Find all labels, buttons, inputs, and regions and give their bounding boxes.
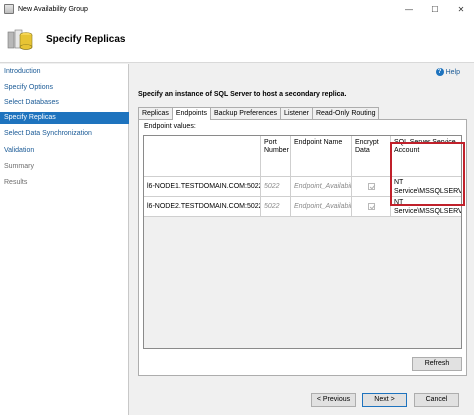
window-title: New Availability Group	[18, 5, 88, 13]
tab-read-only-routing[interactable]: Read-Only Routing	[311, 107, 380, 119]
window-controls: — ☐ ✕	[396, 0, 474, 18]
database-icon	[7, 29, 33, 50]
table-row-2-url: l6-NODE2.TESTDOMAIN.COM:5022	[144, 197, 261, 217]
column-header-endpoint-name[interactable]: Endpoint Name	[291, 136, 352, 177]
help-label: Help	[445, 68, 460, 76]
sidebar-item-introduction[interactable]: Introduction	[0, 66, 129, 78]
tab-strip: Replicas Endpoints Backup Preferences Li…	[138, 107, 380, 120]
sidebar-item-specify-replicas[interactable]: Specify Replicas	[0, 112, 129, 124]
table-row-1-url: l6-NODE1.TESTDOMAIN.COM:5022	[144, 177, 261, 197]
wizard-sidebar: Introduction Specify Options Select Data…	[0, 64, 129, 415]
sidebar-item-select-databases[interactable]: Select Databases	[0, 97, 129, 109]
tab-replicas[interactable]: Replicas	[138, 107, 173, 119]
table-row-2-port[interactable]: 5022	[261, 197, 291, 217]
encrypt-checkbox[interactable]	[367, 183, 375, 190]
column-header-service-account[interactable]: SQL Server Service Account	[391, 136, 461, 177]
title-bar: New Availability Group — ☐ ✕	[0, 0, 474, 18]
sidebar-item-select-data-synchronization[interactable]: Select Data Synchronization	[0, 128, 129, 140]
endpoint-values-label: Endpoint values:	[144, 123, 196, 130]
app-icon	[4, 4, 14, 14]
column-header-encrypt-data[interactable]: Encrypt Data	[352, 136, 391, 177]
help-icon: ?	[435, 68, 444, 76]
help-link[interactable]: ? Help	[435, 68, 460, 76]
tab-endpoints[interactable]: Endpoints	[171, 107, 211, 120]
maximize-icon[interactable]: ☐	[422, 0, 448, 18]
main-content: ? Help Specify an instance of SQL Server…	[130, 64, 474, 415]
table-row-1-encrypt	[352, 177, 391, 197]
table-row-1-service-account[interactable]: NT Service\MSSQLSERVER	[391, 177, 461, 197]
encrypt-checkbox[interactable]	[367, 203, 375, 210]
cancel-button[interactable]: Cancel	[414, 393, 459, 407]
close-icon[interactable]: ✕	[448, 0, 474, 18]
next-button[interactable]: Next >	[362, 393, 407, 407]
table-row-2-service-account[interactable]: NT Service\MSSQLSERVER	[391, 197, 461, 217]
page-title: Specify Replicas	[46, 34, 126, 45]
refresh-button[interactable]: Refresh	[412, 357, 462, 371]
endpoints-panel: Endpoint values: Port Number Endpoint Na…	[138, 119, 467, 376]
table-row-1-port[interactable]: 5022	[261, 177, 291, 197]
table-row-1-endpoint-name[interactable]: Endpoint_Availability	[291, 177, 352, 197]
endpoints-grid[interactable]: Port Number Endpoint Name Encrypt Data S…	[143, 135, 462, 349]
sidebar-item-validation[interactable]: Validation	[0, 145, 129, 157]
instruction-text: Specify an instance of SQL Server to hos…	[138, 91, 347, 98]
column-header-port[interactable]: Port Number	[261, 136, 291, 177]
table-row-2-endpoint-name[interactable]: Endpoint_Availability	[291, 197, 352, 217]
sidebar-item-results: Results	[4, 179, 28, 186]
sidebar-item-summary: Summary	[4, 163, 34, 170]
tab-listener[interactable]: Listener	[280, 107, 313, 119]
minimize-icon[interactable]: —	[396, 0, 422, 18]
sidebar-item-specify-options[interactable]: Specify Options	[0, 82, 129, 94]
wizard-header: Specify Replicas	[0, 18, 474, 63]
table-row-2-encrypt	[352, 197, 391, 217]
previous-button[interactable]: < Previous	[311, 393, 356, 407]
tab-backup-preferences[interactable]: Backup Preferences	[210, 107, 282, 119]
column-header-url[interactable]	[144, 136, 261, 177]
